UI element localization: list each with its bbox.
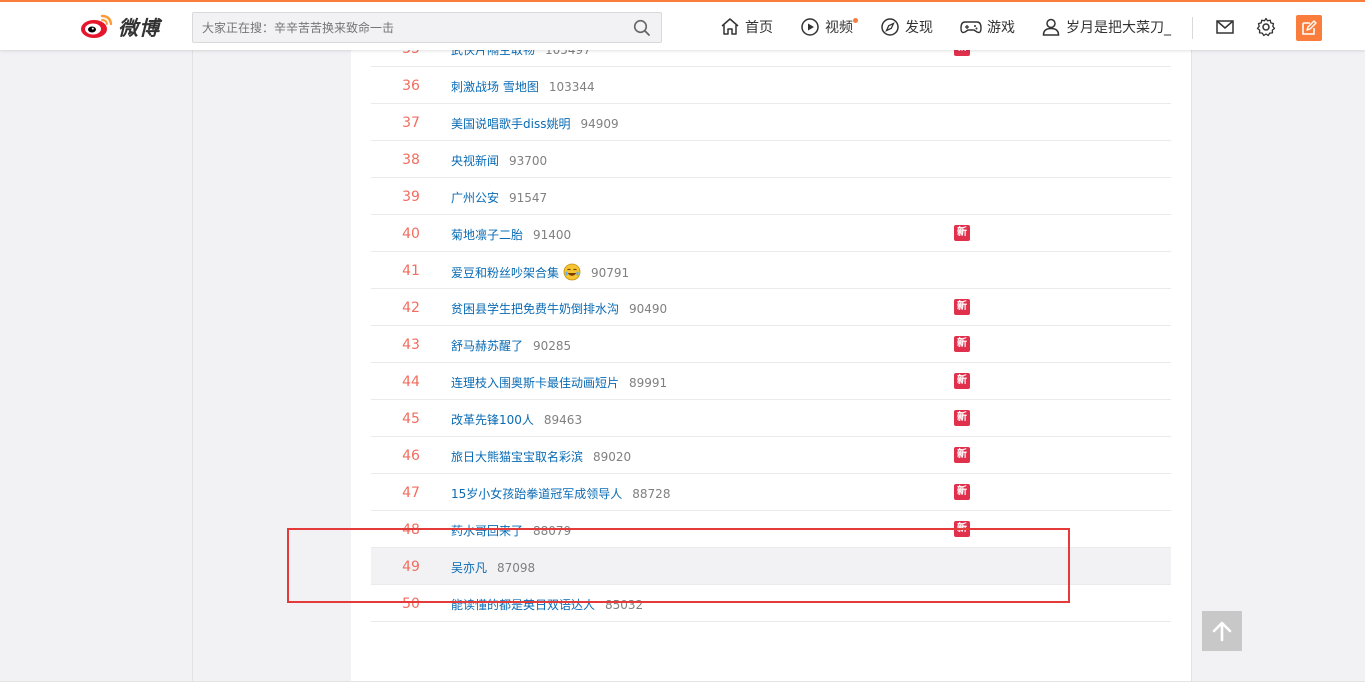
hot-topic-link[interactable]: 贫困县学生把免费牛奶倒排水沟 90490	[451, 300, 667, 317]
nav-home-label: 首页	[745, 20, 773, 36]
new-badge: 新	[954, 447, 970, 463]
hot-topic-link[interactable]: 爱豆和粉丝吵架合集 90791	[451, 263, 629, 281]
list-item: 40 菊地凛子二胎 91400 新	[371, 215, 1171, 252]
rank-number: 46	[402, 448, 420, 464]
right-divider	[1191, 50, 1192, 682]
heat-count: 90791	[591, 266, 630, 280]
hot-topic-link[interactable]: 改革先锋100人 89463	[451, 411, 582, 428]
list-item: 46 旅日大熊猫宝宝取名彩滨 89020 新	[371, 437, 1171, 474]
search-box[interactable]	[192, 12, 662, 43]
nav-video[interactable]: 视频	[800, 16, 858, 38]
list-item: 43 舒马赫苏醒了 90285 新	[371, 326, 1171, 363]
rank-number: 38	[402, 152, 420, 168]
edit-icon	[1302, 20, 1317, 35]
rank-number: 47	[402, 485, 420, 501]
new-badge: 新	[954, 484, 970, 500]
highlight-annotation-box	[287, 528, 1070, 603]
nav-discover-label: 发现	[905, 20, 933, 36]
nav-profile-label: 岁月是把大菜刀_	[1066, 20, 1171, 36]
new-badge: 新	[954, 373, 970, 389]
hot-topic-link[interactable]: 连理枝入围奥斯卡最佳动画短片 89991	[451, 374, 667, 391]
nav-profile[interactable]: 岁月是把大菜刀_	[1041, 16, 1171, 38]
heat-count: 89020	[593, 450, 632, 464]
new-badge: 新	[954, 410, 970, 426]
list-item: 36 刺激战场 雪地图 103344	[371, 67, 1171, 104]
list-item: 44 连理枝入围奥斯卡最佳动画短片 89991 新	[371, 363, 1171, 400]
heat-count: 88728	[632, 487, 671, 501]
user-icon	[1042, 18, 1060, 36]
heat-count: 90285	[533, 339, 572, 353]
heat-count: 89991	[629, 376, 668, 390]
mail-icon[interactable]	[1215, 17, 1235, 37]
rank-number: 40	[402, 226, 420, 242]
heat-count: 94909	[580, 117, 619, 131]
heat-count: 90490	[629, 302, 668, 316]
list-item: 45 改革先锋100人 89463 新	[371, 400, 1171, 437]
heat-count: 89463	[543, 413, 583, 427]
notification-dot	[853, 18, 858, 23]
rank-number: 39	[402, 189, 420, 205]
rank-number: 37	[402, 115, 420, 131]
bottom-edge	[0, 681, 1365, 700]
nav-video-label: 视频	[825, 20, 853, 36]
new-badge: 新	[954, 299, 970, 315]
back-to-top-button[interactable]	[1202, 611, 1242, 651]
logo-text: 微博	[118, 15, 160, 40]
rank-number: 44	[402, 374, 420, 390]
home-icon	[721, 18, 739, 35]
compass-icon	[881, 18, 899, 36]
heat-count: 91547	[509, 191, 548, 205]
hot-topic-link[interactable]: 15岁小女孩跆拳道冠军成领导人 88728	[451, 485, 670, 502]
top-navbar: 微博 首页 视频 发现	[0, 0, 1365, 50]
rank-number: 43	[402, 337, 420, 353]
search-icon[interactable]	[633, 19, 651, 37]
nav-home[interactable]: 首页	[720, 16, 773, 38]
gear-icon[interactable]	[1256, 17, 1276, 37]
search-input[interactable]	[202, 18, 622, 38]
compose-button[interactable]	[1296, 15, 1322, 41]
rank-number: 41	[402, 263, 420, 279]
rank-number: 45	[402, 411, 420, 427]
gamepad-icon	[960, 21, 982, 34]
list-item: 37 美国说唱歌手diss姚明 94909	[371, 104, 1171, 141]
list-item: 38 央视新闻 93700	[371, 141, 1171, 178]
nav-games-label: 游戏	[987, 20, 1015, 36]
arrow-up-icon	[1212, 621, 1232, 642]
hot-topic-link[interactable]: 刺激战场 雪地图 103344	[451, 78, 595, 95]
nav-divider	[1192, 17, 1193, 39]
nav-games[interactable]: 游戏	[960, 16, 1015, 38]
rank-number: 42	[402, 300, 420, 316]
hot-topic-link[interactable]: 美国说唱歌手diss姚明 94909	[451, 115, 619, 132]
laughing-emoji-icon	[563, 263, 581, 281]
list-item: 41 爱豆和粉丝吵架合集 90791	[371, 252, 1171, 289]
new-badge: 新	[954, 225, 970, 241]
hot-topic-link[interactable]: 广州公安 91547	[451, 189, 547, 206]
hot-topic-link[interactable]: 央视新闻 93700	[451, 152, 547, 169]
heat-count: 93700	[509, 154, 548, 168]
rank-number: 36	[402, 78, 420, 94]
hot-topic-link[interactable]: 菊地凛子二胎 91400	[451, 226, 571, 243]
weibo-eye-icon	[81, 14, 113, 38]
video-icon	[801, 18, 819, 36]
heat-count: 91400	[533, 228, 572, 242]
hot-topic-link[interactable]: 舒马赫苏醒了 90285	[451, 337, 571, 354]
hot-topic-link[interactable]: 旅日大熊猫宝宝取名彩滨 89020	[451, 448, 631, 465]
list-item: 47 15岁小女孩跆拳道冠军成领导人 88728 新	[371, 474, 1171, 511]
list-item: 42 贫困县学生把免费牛奶倒排水沟 90490 新	[371, 289, 1171, 326]
list-item: 39 广州公安 91547	[371, 178, 1171, 215]
nav-discover[interactable]: 发现	[880, 16, 933, 38]
heat-count: 103344	[548, 80, 595, 94]
new-badge: 新	[954, 336, 970, 352]
weibo-logo[interactable]: 微博	[80, 10, 160, 42]
